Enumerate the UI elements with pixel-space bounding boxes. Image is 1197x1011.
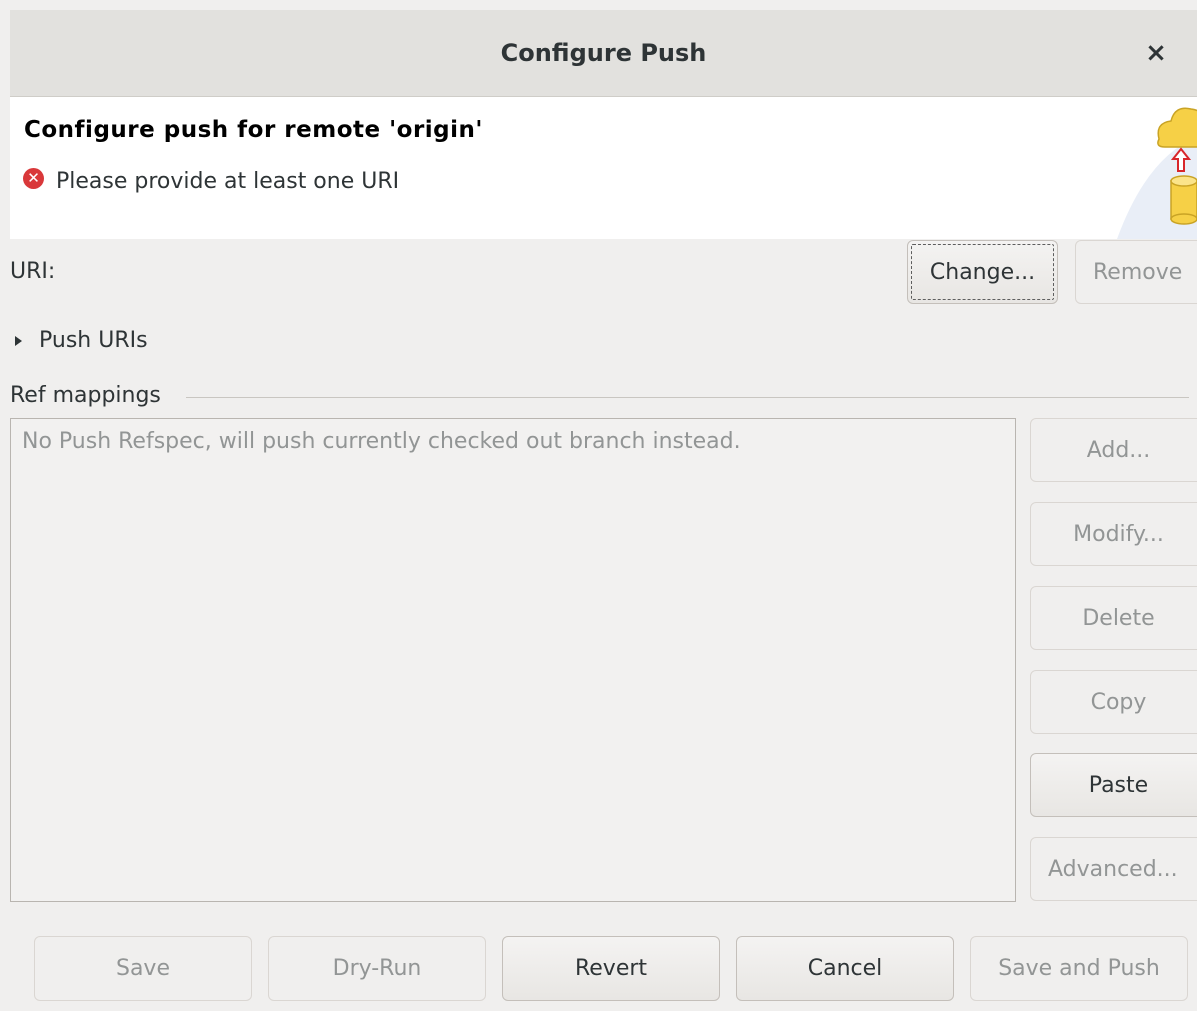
refspec-table[interactable]: No Push Refspec, will push currently che… xyxy=(10,418,1016,902)
cancel-button[interactable]: Cancel xyxy=(736,936,954,1001)
advanced-button[interactable]: Advanced... xyxy=(1030,837,1197,901)
push-to-cloud-icon xyxy=(1117,107,1197,239)
error-message: Please provide at least one URI xyxy=(56,169,400,194)
paste-refspec-button[interactable]: Paste xyxy=(1030,753,1197,817)
remove-uri-button[interactable]: Remove xyxy=(1075,240,1197,304)
wizard-banner: Configure push for remote 'origin' ✕ Ple… xyxy=(10,97,1197,239)
save-button[interactable]: Save xyxy=(34,936,252,1001)
copy-refspec-button[interactable]: Copy xyxy=(1030,670,1197,734)
close-icon[interactable]: × xyxy=(1141,38,1171,68)
delete-refspec-button[interactable]: Delete xyxy=(1030,586,1197,650)
revert-button[interactable]: Revert xyxy=(502,936,720,1001)
modify-refspec-button[interactable]: Modify... xyxy=(1030,502,1197,566)
push-uris-expander[interactable]: Push URIs xyxy=(39,328,148,353)
add-refspec-button[interactable]: Add... xyxy=(1030,418,1197,482)
group-border xyxy=(186,397,1189,398)
window-titlebar: Configure Push × xyxy=(10,10,1197,97)
expander-arrow-icon[interactable] xyxy=(15,336,22,346)
window-title: Configure Push xyxy=(500,39,707,67)
dry-run-button[interactable]: Dry-Run xyxy=(268,936,486,1001)
uri-label: URI: xyxy=(10,259,56,284)
empty-refspec-message: No Push Refspec, will push currently che… xyxy=(22,429,741,454)
page-heading: Configure push for remote 'origin' xyxy=(24,117,483,143)
ref-mappings-group-label: Ref mappings xyxy=(10,383,161,408)
error-icon: ✕ xyxy=(23,168,44,189)
save-and-push-button[interactable]: Save and Push xyxy=(970,936,1188,1001)
change-uri-button[interactable]: Change... xyxy=(907,240,1058,304)
